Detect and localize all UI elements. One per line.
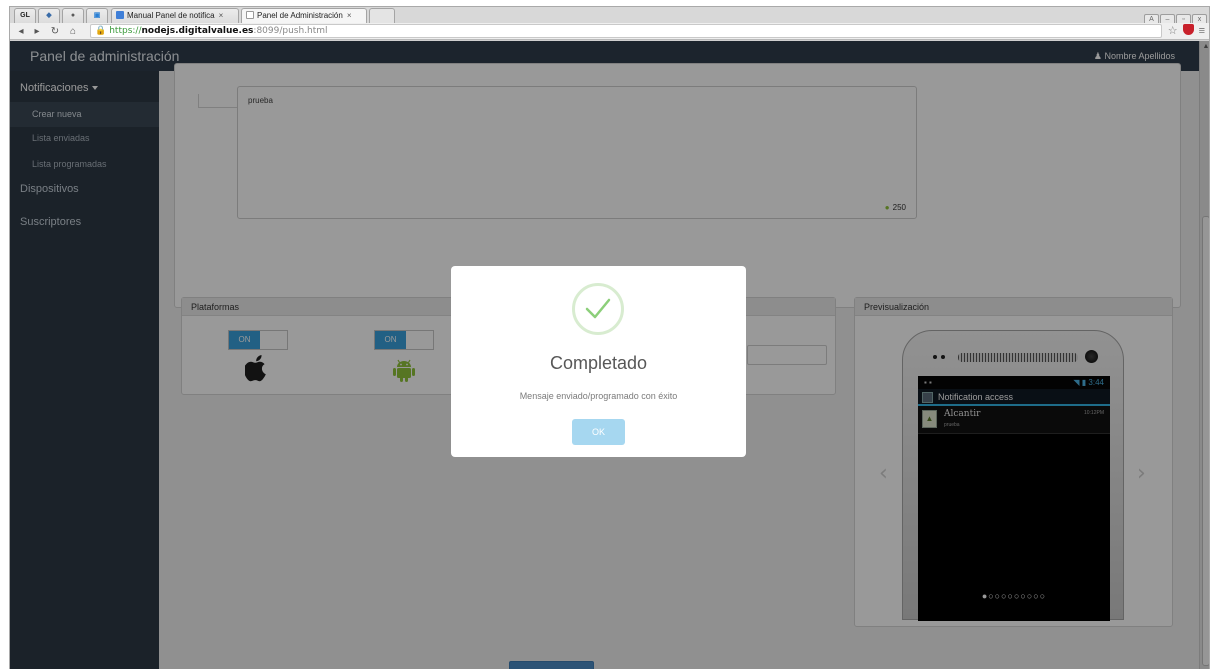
pinned-tab-diamond-icon[interactable]: ◆ bbox=[38, 8, 60, 23]
address-bar[interactable]: 🔒 https://nodejs.digitalvalue.es:8099/pus… bbox=[90, 24, 1162, 38]
pinned-tab-circle-icon[interactable]: ● bbox=[62, 8, 84, 23]
browser-toolbar: ◂ ▸ ↻ ⌂ 🔒 https://nodejs.digitalvalue.es:… bbox=[10, 23, 1209, 40]
page-viewport: Panel de administración ♟ Nombre Apellid… bbox=[10, 41, 1209, 669]
toolbar-actions: ☆ ≡ bbox=[1168, 23, 1205, 39]
forward-icon[interactable]: ▸ bbox=[30, 24, 44, 39]
pinned-tab-gl[interactable]: GL bbox=[14, 8, 36, 23]
success-modal: Completado Mensaje enviado/programado co… bbox=[451, 266, 746, 457]
tab-admin[interactable]: Panel de Administración × bbox=[241, 8, 367, 23]
page-icon bbox=[246, 11, 254, 19]
back-icon[interactable]: ◂ bbox=[14, 24, 28, 39]
success-check-icon bbox=[572, 283, 624, 335]
modal-backdrop[interactable]: Completado Mensaje enviado/programado co… bbox=[10, 41, 1209, 669]
browser-window: GL ◆ ● ▣ Manual Panel de notifica × Panel… bbox=[9, 6, 1210, 669]
lock-icon: 🔒 bbox=[95, 26, 107, 36]
ok-button[interactable]: OK bbox=[572, 419, 625, 445]
close-tab-icon[interactable]: × bbox=[219, 11, 224, 20]
new-tab-button[interactable] bbox=[369, 8, 395, 23]
pinned-tab-board-icon[interactable]: ▣ bbox=[86, 8, 108, 23]
shield-extension-icon[interactable] bbox=[1182, 24, 1194, 35]
tab-manual[interactable]: Manual Panel de notifica × bbox=[111, 8, 239, 23]
document-icon bbox=[116, 11, 124, 19]
modal-title: Completado bbox=[549, 353, 648, 373]
modal-message: Mensaje enviado/programado con éxito bbox=[519, 391, 678, 401]
reload-icon[interactable]: ↻ bbox=[48, 24, 62, 39]
close-tab-icon[interactable]: × bbox=[347, 11, 352, 20]
tab-strip: GL ◆ ● ▣ Manual Panel de notifica × Panel… bbox=[10, 7, 1209, 25]
home-icon[interactable]: ⌂ bbox=[66, 24, 80, 39]
bookmark-star-icon[interactable]: ☆ bbox=[1168, 25, 1178, 37]
menu-icon[interactable]: ≡ bbox=[1199, 25, 1205, 37]
